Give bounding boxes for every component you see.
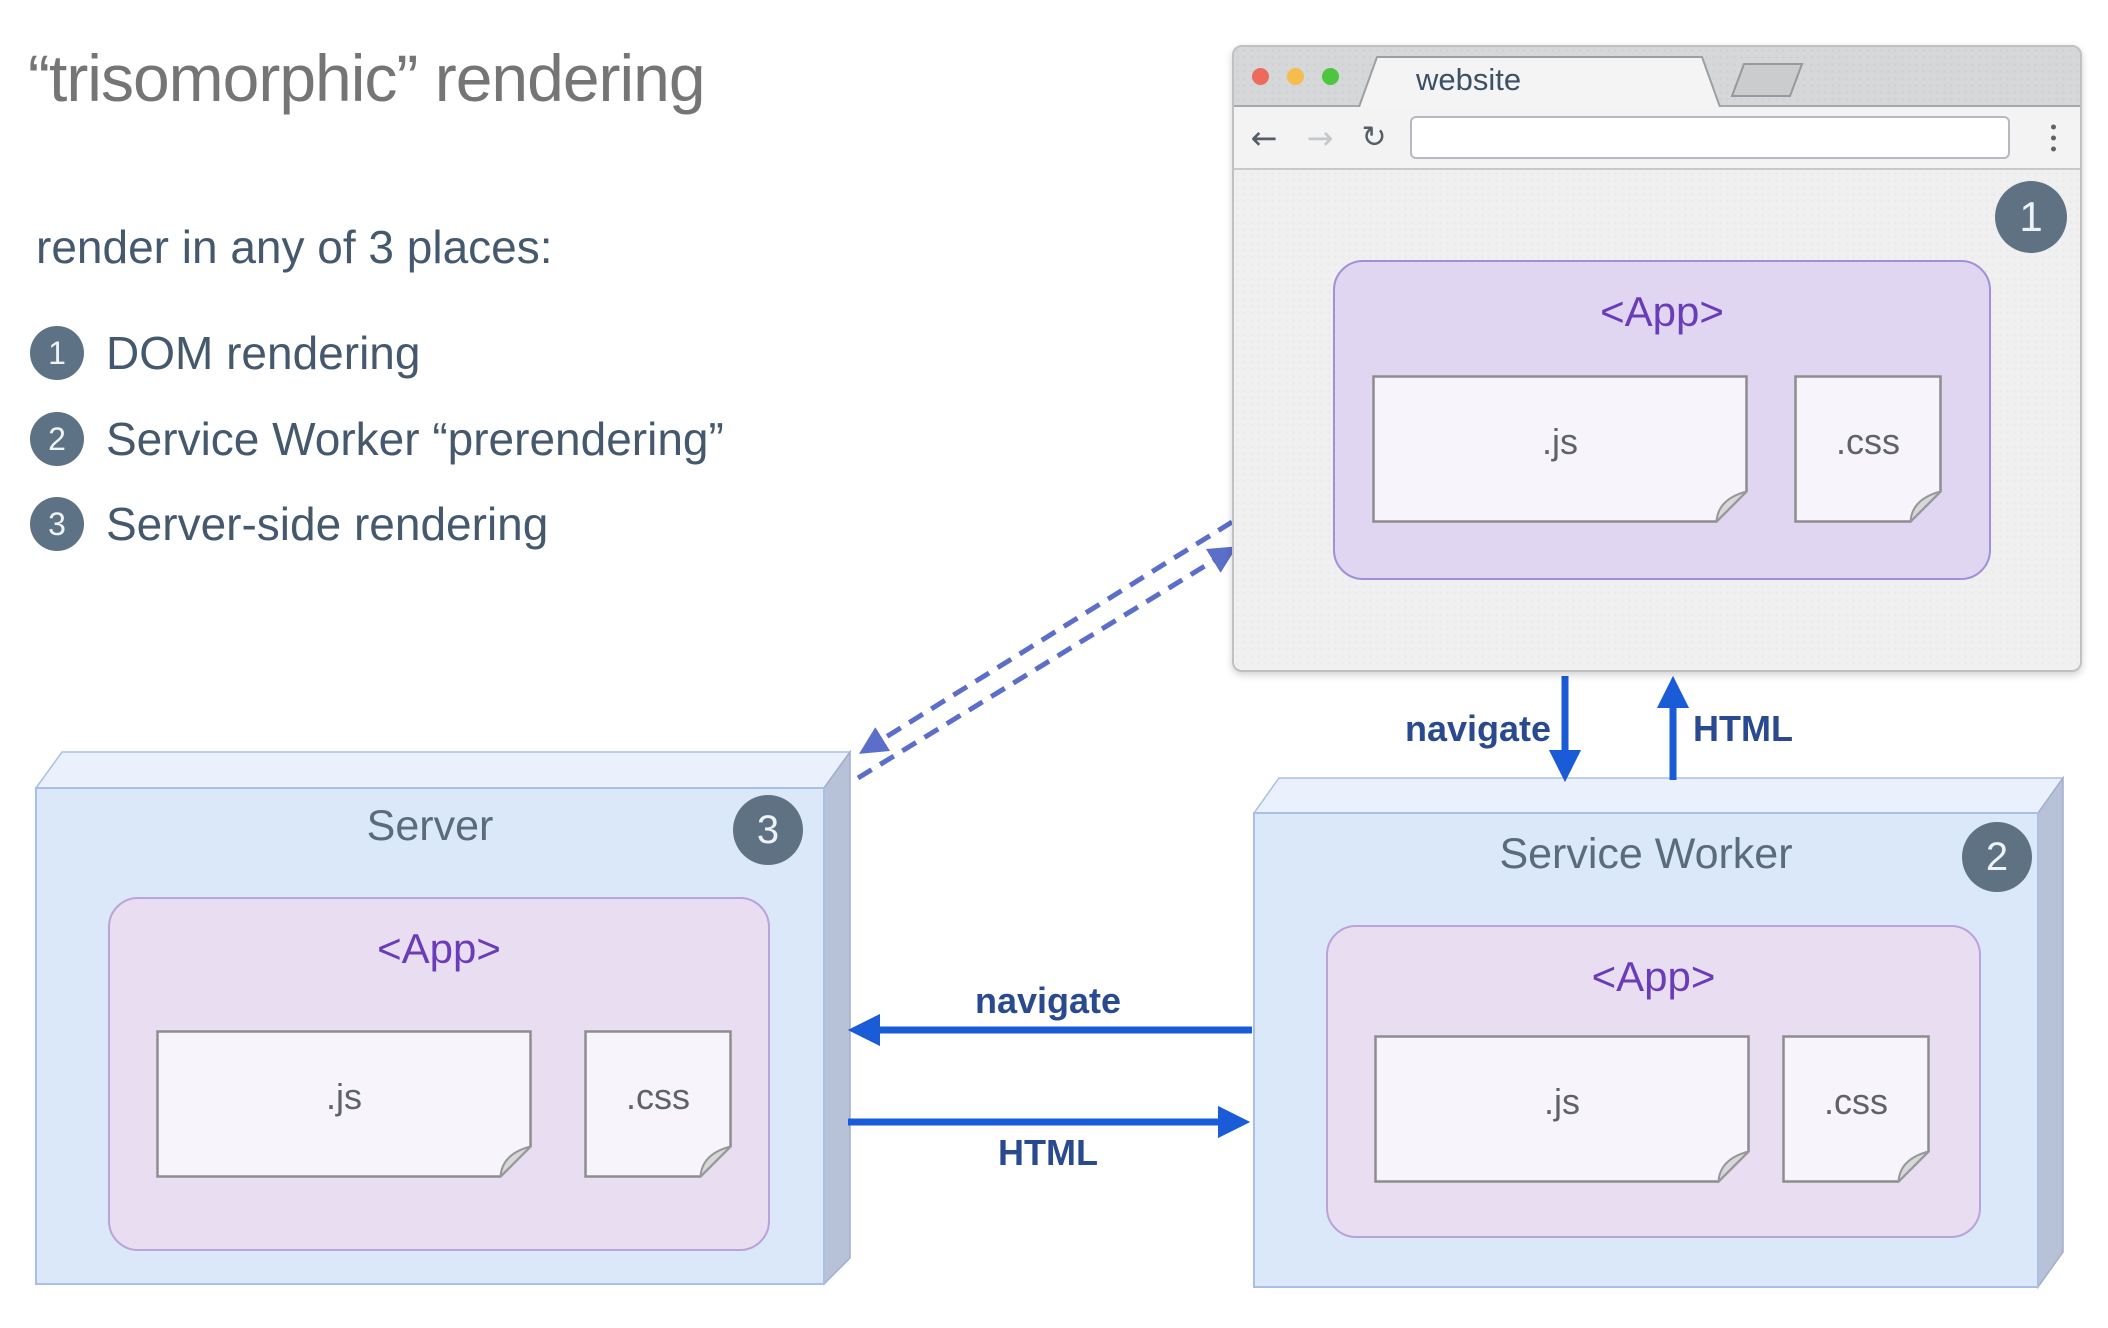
list-item-label: Server-side rendering	[106, 498, 549, 550]
css-file: .css	[1794, 375, 1942, 523]
service-worker-box-top-bevel	[1252, 777, 2065, 814]
list-number-badge: 1	[30, 326, 84, 380]
browser-titlebar: website	[1234, 47, 2080, 107]
css-file: .css	[1782, 1035, 1930, 1183]
trisomorphic-rendering-diagram: “trisomorphic” rendering render in any o…	[0, 0, 2108, 1328]
server-box-right-bevel	[823, 749, 851, 1286]
js-file: .js	[1372, 375, 1748, 523]
traffic-light-minimize[interactable]	[1287, 68, 1304, 85]
file-label: .js	[1544, 1081, 1580, 1122]
file-label: .js	[326, 1076, 362, 1117]
step-badge-browser: 1	[1995, 181, 2067, 253]
list-item-dom-rendering: 1 DOM rendering	[30, 326, 420, 380]
list-item-label: DOM rendering	[106, 327, 421, 379]
browser-tab[interactable]	[1359, 57, 1720, 107]
file-label: .js	[1542, 421, 1578, 462]
traffic-light-close[interactable]	[1252, 68, 1269, 85]
browser-tab-strip	[1234, 56, 2080, 107]
forward-icon: →	[1306, 118, 1334, 157]
navigate-down-label: navigate	[1404, 708, 1552, 749]
file-label: .css	[1835, 421, 1900, 462]
list-item-server-side-rendering: 3 Server-side rendering	[30, 497, 548, 551]
html-up-label: HTML	[1693, 708, 1793, 749]
tab-title: website	[1416, 62, 1522, 97]
list-number-badge: 3	[30, 497, 84, 551]
server-box-top-bevel	[34, 751, 852, 789]
page-subtitle: render in any of 3 places:	[36, 221, 553, 273]
back-icon[interactable]: ←	[1251, 122, 1278, 154]
reload-icon[interactable]: ↻	[1361, 122, 1386, 153]
file-label: .css	[625, 1076, 690, 1117]
traffic-light-maximize[interactable]	[1322, 68, 1339, 85]
step-badge-service-worker: 2	[1962, 822, 2032, 892]
address-bar[interactable]	[1410, 116, 2010, 159]
page-title: “trisomorphic” rendering	[28, 41, 706, 115]
app-component-label: <App>	[1600, 288, 1724, 335]
list-number-badge: 2	[30, 412, 84, 466]
css-file: .css	[584, 1030, 732, 1178]
list-item-service-worker-prerendering: 2 Service Worker “prerendering”	[30, 412, 724, 466]
service-worker-box-right-bevel	[2037, 775, 2064, 1290]
navigate-left-label: navigate	[974, 980, 1122, 1021]
html-right-label: HTML	[998, 1132, 1098, 1173]
app-component-label: <App>	[377, 925, 501, 972]
new-tab-button[interactable]	[1730, 63, 1804, 97]
browser-toolbar: ← → ↻	[1234, 107, 2080, 170]
app-component-label: <App>	[1591, 953, 1716, 1000]
server-title: Server	[366, 802, 494, 850]
server-to-browser-dashed-arrow	[858, 519, 1234, 754]
js-file: .js	[1374, 1035, 1750, 1183]
overflow-menu-icon[interactable]	[2051, 124, 2056, 151]
js-file: .js	[156, 1030, 532, 1178]
service-worker-title: Service Worker	[1499, 830, 1793, 878]
list-item-label: Service Worker “prerendering”	[106, 413, 724, 465]
browser-to-server-dashed-arrow	[856, 546, 1238, 781]
file-label: .css	[1823, 1081, 1888, 1122]
step-badge-server: 3	[733, 795, 803, 865]
